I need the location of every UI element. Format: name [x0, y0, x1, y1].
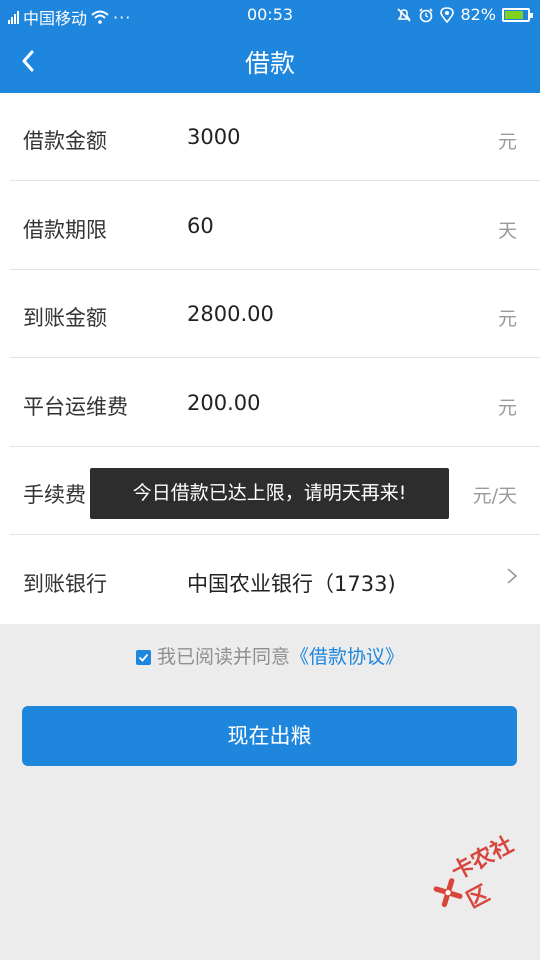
row-platform-fee: 平台运维费 200.00 元	[0, 359, 540, 447]
battery-icon	[502, 7, 533, 22]
row-label: 到账银行	[23, 572, 107, 596]
divider	[10, 534, 540, 535]
agreement-checkbox[interactable]	[135, 650, 151, 665]
row-value: 200.00	[187, 391, 261, 415]
chevron-right-icon	[507, 568, 518, 584]
toast-message: 今日借款已达上限，请明天再来!	[90, 468, 449, 519]
row-received-amount: 到账金额 2800.00 元	[0, 270, 540, 358]
agreement-text: 我已阅读并同意	[156, 646, 290, 668]
status-bar: 中国移动 ··· 00:53 82%	[0, 0, 540, 30]
agreement-link[interactable]: 《借款协议》	[290, 646, 404, 668]
bell-off-icon	[397, 7, 412, 22]
battery-fill	[505, 10, 523, 19]
row-value: 中国农业银行（1733)	[187, 572, 396, 596]
loan-form: 借款金额 3000 元 借款期限 60 天 到账金额 2800.00 元 平台运…	[0, 93, 540, 624]
checkmark-icon	[138, 653, 149, 662]
row-loan-term[interactable]: 借款期限 60 天	[0, 182, 540, 270]
row-unit: 元	[497, 397, 517, 419]
battery-percent: 82%	[460, 5, 496, 24]
row-unit: 元	[497, 131, 517, 153]
nav-bar: 借款	[0, 30, 540, 93]
alarm-icon	[419, 7, 434, 22]
row-unit: 元	[497, 308, 517, 330]
row-loan-amount[interactable]: 借款金额 3000 元	[0, 93, 540, 181]
row-value: 3000	[187, 125, 241, 149]
row-unit: 天	[497, 220, 517, 242]
row-label: 手续费	[23, 483, 86, 507]
row-value: 2800.00	[187, 302, 274, 326]
divider	[10, 180, 540, 181]
status-right: 82%	[396, 5, 533, 24]
row-unit: 元/天	[472, 485, 517, 507]
watermark: 卡农社区	[423, 822, 540, 926]
row-label: 借款金额	[23, 129, 107, 153]
divider	[10, 357, 540, 358]
agreement: 我已阅读并同意《借款协议》	[0, 642, 540, 669]
page-title: 借款	[244, 49, 295, 78]
row-value: 60	[187, 214, 214, 238]
location-icon	[440, 6, 455, 23]
row-receiving-bank[interactable]: 到账银行 中国农业银行（1733)	[0, 536, 540, 624]
row-label: 平台运维费	[23, 395, 128, 419]
row-label: 借款期限	[23, 218, 107, 242]
row-label: 到账金额	[23, 306, 107, 330]
submit-button[interactable]: 现在出粮	[22, 706, 517, 766]
